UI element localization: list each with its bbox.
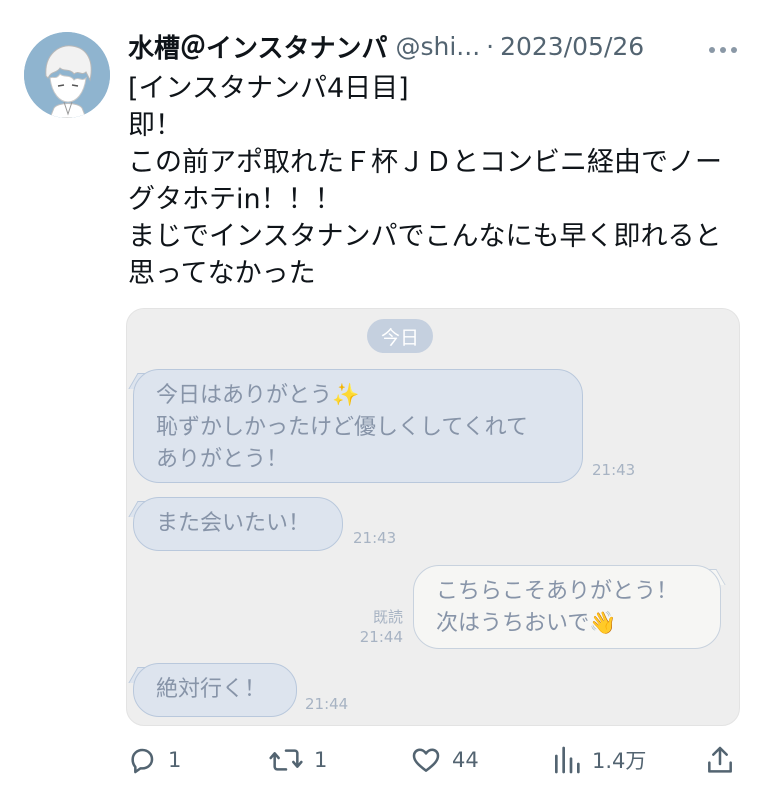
outgoing-message-bubble: こちらこそありがとう！ 次はうちおいで👋 [413,565,721,649]
incoming-message-bubble: 絶対行く！ [133,663,297,717]
retweet-count: 1 [314,748,328,772]
like-count: 44 [452,748,479,772]
incoming-message-bubble: 今日はありがとう✨ 恥ずかしかったけど優しくしてくれて ありがとう！ [133,369,583,483]
tweet-action-bar: 1 1 44 1.4万 [126,738,740,782]
like-button[interactable]: 44 [410,738,479,782]
chat-screenshot-media[interactable]: 今日 今日はありがとう✨ 恥ずかしかったけど優しくしてくれて ありがとう！ 21… [126,308,740,726]
views-count: 1.4万 [592,749,647,773]
retweet-icon [268,744,304,776]
chat-date-chip: 今日 [367,319,433,353]
tweet-text-line: まじでインスタナンパでこんなにも早く即れると [128,221,722,252]
tweet-text-line: この前アポ取れたＦ杯ＪＤとコンビニ経由でノー [128,147,722,178]
message-time: 21:44 [305,695,349,713]
retweet-button[interactable]: 1 [268,738,327,782]
message-time: 21:43 [592,461,636,479]
tweet-text-line: 即！ [128,110,182,141]
read-label: 既読 [372,608,403,626]
message-line: 恥ずかしかったけど優しくしてくれて [156,415,529,440]
views-button[interactable]: 1.4万 [552,738,646,782]
message-line: ありがとう！ [156,447,289,472]
tweet-text-line: 思ってなかった [128,258,316,289]
message-time: 21:43 [353,529,397,547]
tweet-text: [インスタナンパ4日目] 即！ この前アポ取れたＦ杯ＪＤとコンビニ経由でノー グ… [128,70,740,292]
message-line: 絶対行く！ [156,677,267,702]
tweet-text-line: [インスタナンパ4日目] [128,73,409,104]
read-receipt: 既読 21:44 [353,607,403,647]
share-icon [704,744,736,776]
incoming-message-bubble: また会いたい！ [133,497,343,551]
separator-dot: · [486,31,495,61]
message-time: 21:44 [359,628,403,646]
avatar-illustration [24,32,110,118]
share-button[interactable] [704,738,736,782]
reply-button[interactable]: 1 [126,738,181,782]
tweet-date[interactable]: 2023/05/26 [500,32,644,61]
more-horizontal-icon[interactable] [708,31,738,61]
tweet-header: 水槽＠インスタナンパ @shi... · 2023/05/26 [128,28,738,64]
reply-icon [126,744,158,776]
top-strip [0,0,762,8]
message-line: また会いたい！ [156,511,311,536]
views-chart-icon [552,744,582,776]
message-line: 今日はありがとう✨ [156,383,360,408]
user-handle[interactable]: @shi... [395,32,480,61]
reply-count: 1 [168,748,182,772]
heart-icon [410,744,442,776]
tweet-text-line: グタホテin！！！ [128,184,342,215]
avatar[interactable] [24,32,110,118]
message-line: 次はうちおいで👋 [436,611,617,636]
message-line: こちらこそありがとう！ [436,579,679,604]
display-name[interactable]: 水槽＠インスタナンパ [128,28,387,65]
